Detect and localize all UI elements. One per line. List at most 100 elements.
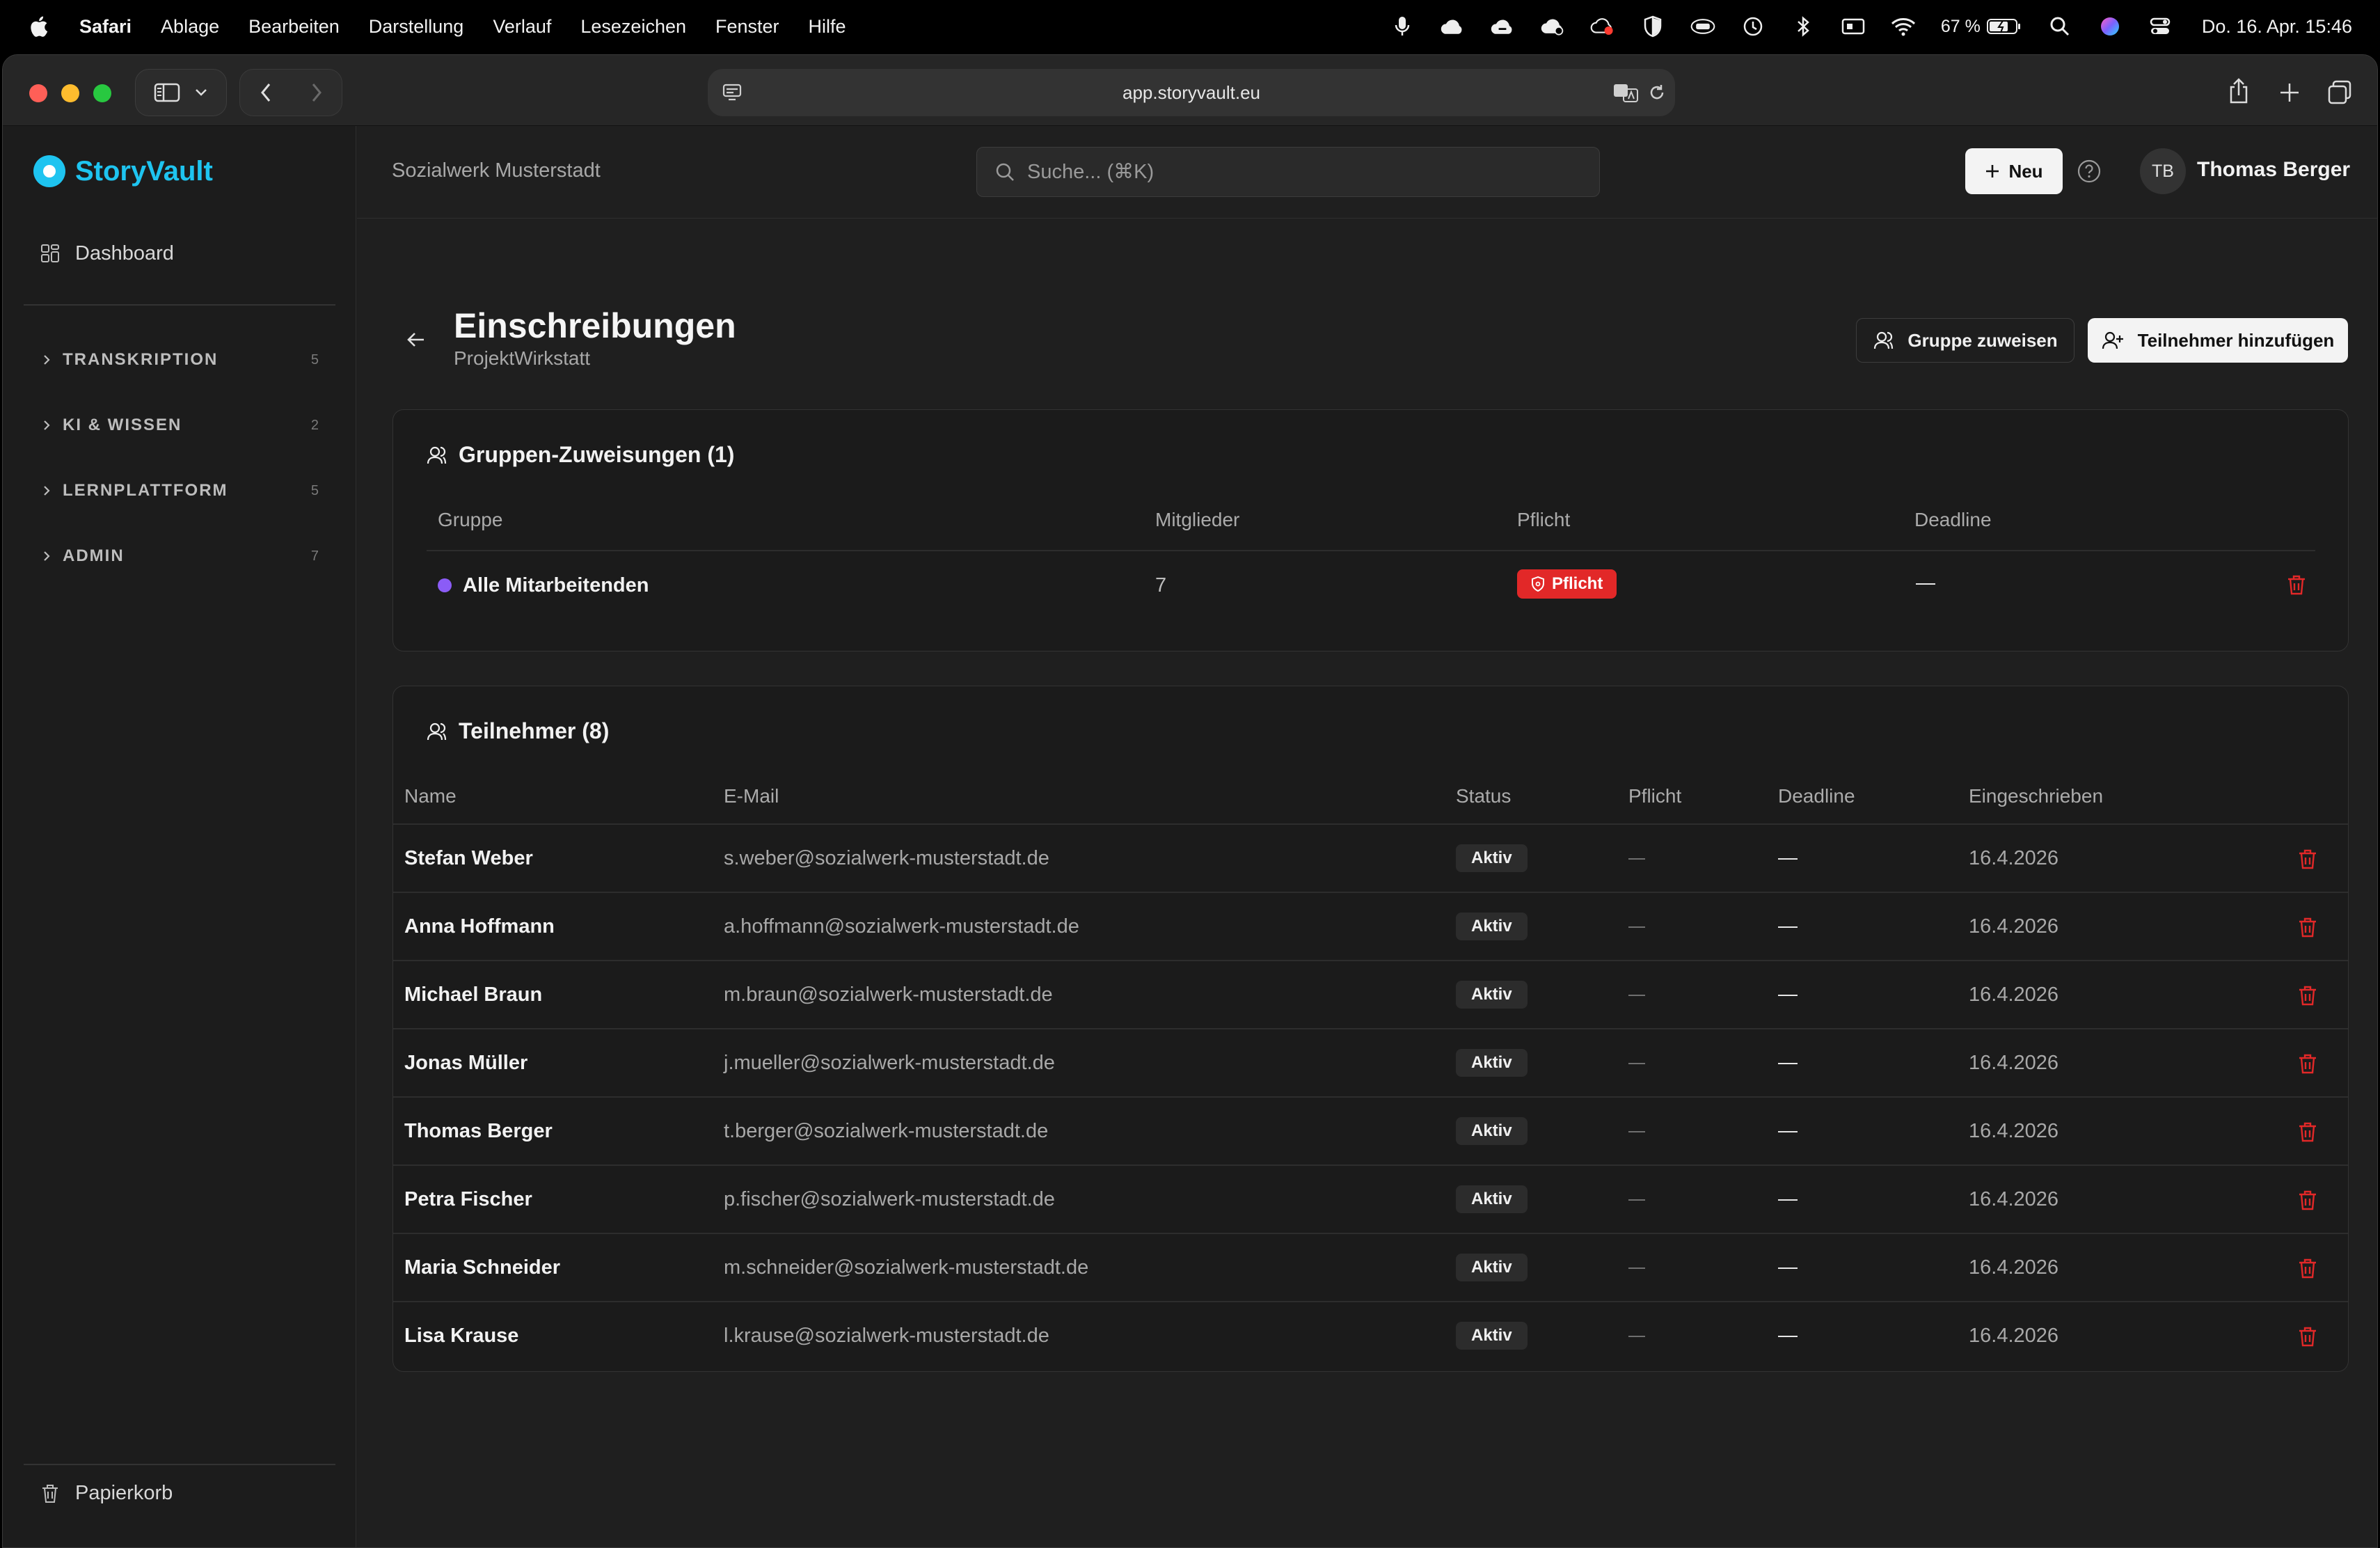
cloud-upload-icon[interactable]	[1540, 14, 1565, 39]
table-row[interactable]: Lisa Krause l.krause@sozialwerk-mustersta…	[393, 1302, 2348, 1371]
participant-enrolled-date: 16.4.2026	[1969, 1325, 2059, 1347]
plus-icon	[1986, 165, 1999, 177]
assign-group-button[interactable]: Gruppe zuweisen	[1856, 318, 2074, 363]
avatar[interactable]: TB	[2140, 148, 2186, 194]
delete-participant-icon[interactable]	[2296, 1052, 2319, 1075]
menu-bearbeiten[interactable]: Bearbeiten	[248, 16, 340, 38]
cloud-alert-icon[interactable]	[1590, 14, 1615, 39]
table-row[interactable]: Anna Hoffmann a.hoffmann@sozialwerk-muste…	[393, 893, 2348, 961]
menu-lesezeichen[interactable]: Lesezeichen	[580, 16, 686, 38]
tab-overview-icon[interactable]	[2327, 80, 2352, 105]
browser-toolbar: app.storyvault.eu	[3, 55, 2377, 126]
sidebar-divider	[24, 1464, 335, 1465]
share-icon[interactable]	[2228, 77, 2250, 105]
participant-name: Michael Braun	[404, 984, 543, 1006]
wifi-icon[interactable]	[1891, 14, 1916, 39]
sidebar-toggle-button[interactable]	[135, 69, 227, 116]
participant-enrolled-date: 16.4.2026	[1969, 1052, 2059, 1074]
siri-icon[interactable]	[2097, 14, 2123, 39]
display-icon[interactable]	[1841, 14, 1866, 39]
participant-enrolled-date: 16.4.2026	[1969, 984, 2059, 1006]
users-icon	[427, 722, 447, 740]
participant-pflicht	[1628, 858, 1645, 860]
delete-participant-icon[interactable]	[2296, 915, 2319, 939]
cloud-sync-icon[interactable]	[1490, 14, 1515, 39]
reload-icon[interactable]	[1647, 83, 1667, 102]
search-input[interactable]	[1027, 160, 1514, 184]
sidebar-section-transkription[interactable]: TRANSKRIPTION 5	[40, 350, 319, 370]
battery-status[interactable]: 67 %	[1941, 17, 2022, 37]
menu-darstellung[interactable]: Darstellung	[369, 16, 464, 38]
column-header-eingeschrieben[interactable]: Eingeschrieben	[1969, 785, 2103, 807]
column-header-pflicht[interactable]: Pflicht	[1517, 509, 1570, 531]
microphone-icon[interactable]	[1390, 14, 1415, 39]
menu-hilfe[interactable]: Hilfe	[809, 16, 846, 38]
table-row[interactable]: Maria Schneider m.schneider@sozialwerk-mu…	[393, 1234, 2348, 1302]
delete-participant-icon[interactable]	[2296, 1325, 2319, 1348]
delete-group-icon[interactable]	[2285, 573, 2308, 597]
table-row[interactable]: Jonas Müller j.mueller@sozialwerk-musters…	[393, 1029, 2348, 1098]
vpn-icon[interactable]	[1690, 14, 1715, 39]
column-header-deadline[interactable]: Deadline	[1778, 785, 1855, 807]
participant-deadline	[1778, 995, 1798, 996]
apple-icon[interactable]	[28, 15, 49, 38]
group-row[interactable]: Alle Mitarbeitenden 7 Pflicht	[427, 551, 2315, 618]
bluetooth-icon[interactable]	[1791, 14, 1816, 39]
arrow-left-icon[interactable]	[404, 328, 428, 352]
column-header-deadline[interactable]: Deadline	[1914, 509, 1992, 531]
forward-nav-button[interactable]	[291, 82, 342, 103]
participant-email: m.braun@sozialwerk-musterstadt.de	[724, 984, 1053, 1006]
group-assignments-header: Gruppen-Zuweisungen (1)	[427, 442, 734, 468]
column-header-name[interactable]: Name	[404, 785, 457, 807]
assign-group-label: Gruppe zuweisen	[1907, 329, 2058, 351]
menu-verlauf[interactable]: Verlauf	[493, 16, 551, 38]
minimize-window-button[interactable]	[61, 84, 79, 102]
section-label: KI & WISSEN	[63, 416, 182, 434]
menu-fenster[interactable]: Fenster	[715, 16, 779, 38]
table-row[interactable]: Stefan Weber s.weber@sozialwerk-mustersta…	[393, 825, 2348, 893]
new-button[interactable]: Neu	[1965, 148, 2063, 194]
sidebar-section-admin[interactable]: ADMIN 7	[40, 546, 319, 566]
menu-ablage[interactable]: Ablage	[161, 16, 219, 38]
spotlight-search-icon[interactable]	[2047, 14, 2072, 39]
search-box[interactable]	[976, 147, 1600, 197]
section-count: 5	[310, 352, 319, 368]
column-header-email[interactable]: E-Mail	[724, 785, 779, 807]
sidebar-item-papierkorb[interactable]: Papierkorb	[40, 1482, 173, 1505]
column-header-pflicht[interactable]: Pflicht	[1628, 785, 1681, 807]
address-bar[interactable]: app.storyvault.eu	[708, 69, 1675, 116]
delete-participant-icon[interactable]	[2296, 1256, 2319, 1280]
translate-icon[interactable]	[1612, 82, 1640, 103]
participant-enrolled-date: 16.4.2026	[1969, 1120, 2059, 1142]
page-settings-icon[interactable]	[722, 82, 743, 103]
column-header-status[interactable]: Status	[1456, 785, 1511, 807]
sidebar-item-dashboard[interactable]: Dashboard	[24, 230, 335, 276]
menubar-clock[interactable]: Do. 16. Apr. 15:46	[2202, 16, 2352, 38]
table-row[interactable]: Michael Braun m.braun@sozialwerk-musterst…	[393, 961, 2348, 1029]
zoom-window-button[interactable]	[93, 84, 111, 102]
delete-participant-icon[interactable]	[2296, 1120, 2319, 1144]
delete-participant-icon[interactable]	[2296, 847, 2319, 871]
table-row[interactable]: Thomas Berger t.berger@sozialwerk-musters…	[393, 1098, 2348, 1166]
column-header-mitglieder[interactable]: Mitglieder	[1155, 509, 1239, 531]
user-name[interactable]: Thomas Berger	[2197, 158, 2350, 182]
shield-icon[interactable]	[1640, 14, 1665, 39]
add-participant-button[interactable]: Teilnehmer hinzufügen	[2088, 318, 2348, 363]
time-machine-icon[interactable]	[1740, 14, 1766, 39]
column-header-gruppe[interactable]: Gruppe	[438, 509, 502, 531]
sidebar-section-ki-wissen[interactable]: KI & WISSEN 2	[40, 416, 319, 435]
menu-app-safari[interactable]: Safari	[79, 16, 132, 38]
group-members: 7	[1155, 574, 1167, 597]
close-window-button[interactable]	[29, 84, 47, 102]
help-icon[interactable]	[2076, 158, 2102, 184]
participant-enrolled-date: 16.4.2026	[1969, 1188, 2059, 1210]
storyvault-logo[interactable]: StoryVault	[33, 155, 213, 187]
delete-participant-icon[interactable]	[2296, 984, 2319, 1007]
delete-participant-icon[interactable]	[2296, 1188, 2319, 1212]
sidebar-section-lernplattform[interactable]: LERNPLATTFORM 5	[40, 481, 319, 500]
cloud-icon[interactable]	[1440, 14, 1465, 39]
control-center-icon[interactable]	[2148, 14, 2173, 39]
back-nav-button[interactable]	[240, 82, 291, 103]
table-row[interactable]: Petra Fischer p.fischer@sozialwerk-muster…	[393, 1166, 2348, 1234]
new-tab-icon[interactable]	[2278, 81, 2301, 104]
